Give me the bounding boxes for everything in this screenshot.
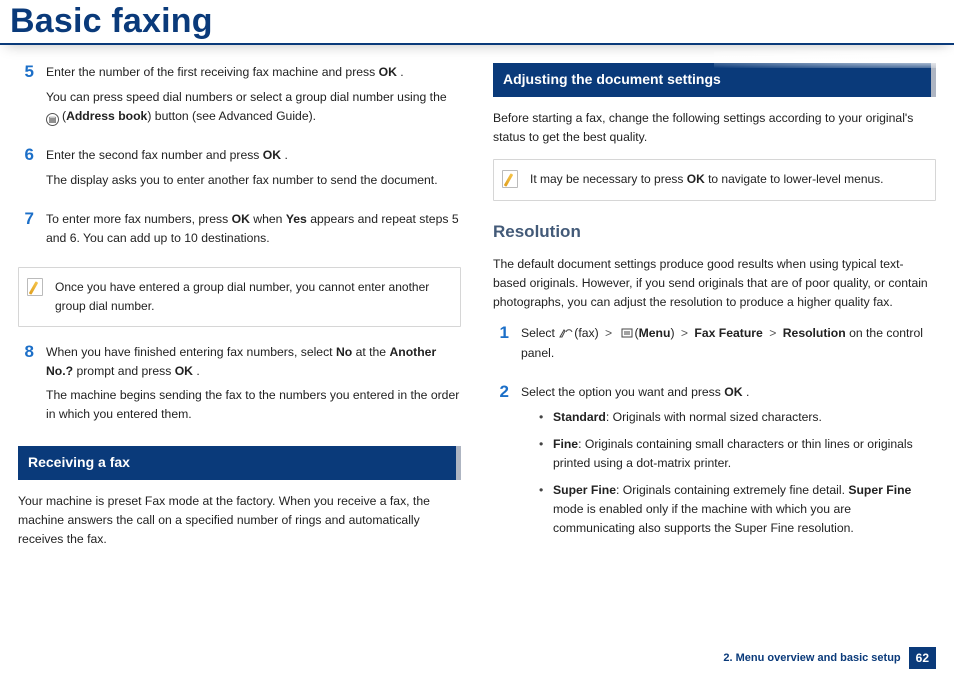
- receiving-text: Your machine is preset Fax mode at the f…: [18, 492, 461, 549]
- step-number: 6: [18, 146, 34, 196]
- text: The display asks you to enter another fa…: [46, 171, 461, 190]
- step-number: 8: [18, 343, 34, 431]
- ok-label: OK: [175, 364, 193, 378]
- text: To enter more fax numbers, press: [46, 212, 232, 226]
- step-body: Enter the second fax number and press OK…: [46, 146, 461, 196]
- text: .: [196, 364, 199, 378]
- fax-icon: [559, 326, 573, 345]
- step-2: 2 Select the option you want and press O…: [493, 383, 936, 545]
- address-book-icon: ▤: [46, 113, 59, 126]
- note-icon: [27, 278, 45, 298]
- content-columns: 5 Enter the number of the first receivin…: [0, 63, 954, 560]
- text: Select: [521, 326, 558, 340]
- text: (fax): [574, 326, 598, 340]
- page-number: 62: [909, 647, 936, 669]
- text: : Originals containing small characters …: [553, 437, 913, 470]
- step-7: 7 To enter more fax numbers, press OK wh…: [18, 210, 461, 254]
- note-icon: [502, 170, 520, 190]
- step-body: When you have finished entering fax numb…: [46, 343, 461, 431]
- option-fine: Fine: [553, 437, 578, 451]
- text: at the: [356, 345, 390, 359]
- chevron-right-icon: >: [602, 326, 615, 340]
- step-body: Select (fax) > (Menu) > Fax Feature > Re…: [521, 324, 936, 370]
- super-fine-bold: Super Fine: [848, 483, 911, 497]
- page-header: Basic faxing: [0, 0, 954, 45]
- list-item: Standard: Originals with normal sized ch…: [539, 408, 936, 427]
- chevron-right-icon: >: [678, 326, 691, 340]
- section-adjusting-settings: Adjusting the document settings: [493, 63, 936, 97]
- note-ok-navigate: It may be necessary to press OK to navig…: [493, 159, 936, 201]
- ok-label: OK: [379, 65, 397, 79]
- right-column: Adjusting the document settings Before s…: [493, 63, 936, 560]
- chapter-label: 2. Menu overview and basic setup: [723, 652, 900, 664]
- resolution-heading: Resolution: [493, 219, 936, 245]
- step-6: 6 Enter the second fax number and press …: [18, 146, 461, 196]
- section-receiving-fax: Receiving a fax: [18, 446, 461, 480]
- step-1: 1 Select (fax) > (Menu) > Fax Feature > …: [493, 324, 936, 370]
- menu-icon: [620, 326, 634, 345]
- step-5: 5 Enter the number of the first receivin…: [18, 63, 461, 132]
- note-group-dial: Once you have entered a group dial numbe…: [18, 267, 461, 326]
- text: Enter the number of the first receiving …: [46, 65, 379, 79]
- step-number: 2: [493, 383, 509, 545]
- text: : Originals with normal sized characters…: [606, 410, 822, 424]
- page-title: Basic faxing: [10, 2, 944, 41]
- step-number: 5: [18, 63, 34, 132]
- chevron-right-icon: >: [766, 326, 779, 340]
- text: .: [284, 148, 287, 162]
- list-item: Super Fine: Originals containing extreme…: [539, 481, 936, 538]
- left-column: 5 Enter the number of the first receivin…: [18, 63, 461, 560]
- list-item: Fine: Originals containing small charact…: [539, 435, 936, 473]
- note-text: Once you have entered a group dial numbe…: [55, 278, 450, 315]
- intro-text: Before starting a fax, change the follow…: [493, 109, 936, 147]
- note-text: It may be necessary to press OK to navig…: [530, 170, 884, 189]
- text: ) button (see Advanced Guide).: [147, 109, 316, 123]
- step-body: Enter the number of the first receiving …: [46, 63, 461, 132]
- text: mode is enabled only if the machine with…: [553, 502, 854, 535]
- option-standard: Standard: [553, 410, 606, 424]
- address-book-label: Address book: [66, 109, 147, 123]
- text: .: [746, 385, 749, 399]
- step-body: Select the option you want and press OK …: [521, 383, 936, 545]
- step-number: 1: [493, 324, 509, 370]
- text: Enter the second fax number and press: [46, 148, 263, 162]
- ok-label: OK: [724, 385, 742, 399]
- page-footer: 2. Menu overview and basic setup 62: [723, 647, 936, 669]
- yes-label: Yes: [286, 212, 307, 226]
- no-label: No: [336, 345, 352, 359]
- resolution-para: The default document settings produce go…: [493, 255, 936, 312]
- text: when: [253, 212, 286, 226]
- resolution-label: Resolution: [783, 326, 846, 340]
- text: prompt and press: [76, 364, 174, 378]
- fax-feature-label: Fax Feature: [694, 326, 762, 340]
- resolution-options: Standard: Originals with normal sized ch…: [539, 408, 936, 537]
- text: .: [400, 65, 403, 79]
- step-body: To enter more fax numbers, press OK when…: [46, 210, 461, 254]
- text: You can press speed dial numbers or sele…: [46, 90, 447, 104]
- step-number: 7: [18, 210, 34, 254]
- text: When you have finished entering fax numb…: [46, 345, 336, 359]
- step-8: 8 When you have finished entering fax nu…: [18, 343, 461, 431]
- option-super-fine: Super Fine: [553, 483, 616, 497]
- text: : Originals containing extremely fine de…: [616, 483, 848, 497]
- text: The machine begins sending the fax to th…: [46, 386, 461, 424]
- ok-label: OK: [232, 212, 250, 226]
- ok-label: OK: [263, 148, 281, 162]
- text: Select the option you want and press: [521, 385, 724, 399]
- menu-label: Menu: [639, 326, 671, 340]
